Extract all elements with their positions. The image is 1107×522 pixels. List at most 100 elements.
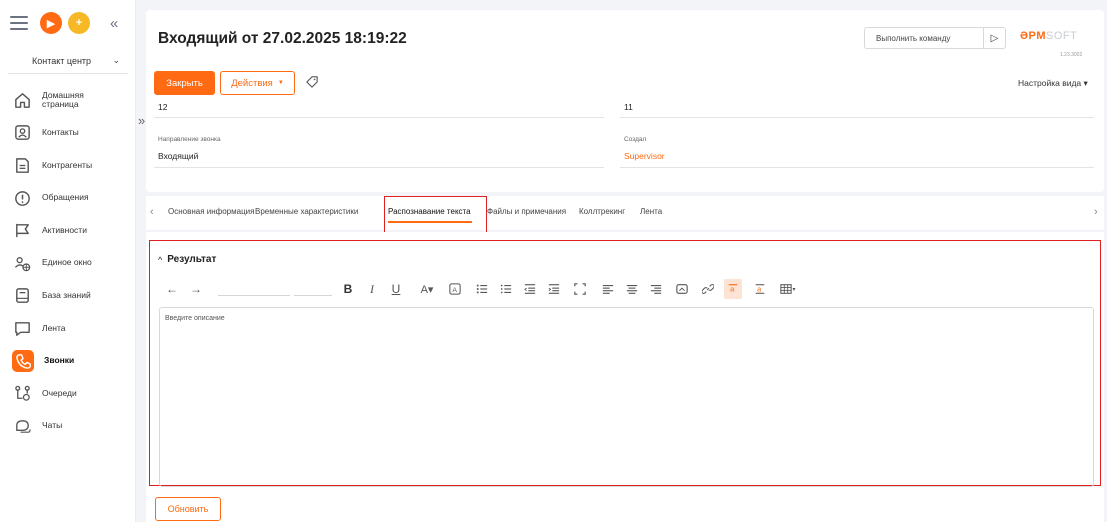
- created-value-link[interactable]: Supervisor: [624, 151, 665, 161]
- sidebar-item-cases[interactable]: Обращения: [0, 182, 136, 215]
- divider: [620, 167, 1094, 168]
- sidebar-item-calls[interactable]: Звонки: [0, 345, 136, 378]
- play-icon[interactable]: ▶: [40, 12, 62, 34]
- tabs-scroll-right-icon[interactable]: ›: [1094, 206, 1098, 218]
- undo-icon[interactable]: ←: [164, 279, 180, 299]
- command-line[interactable]: Выполнить команду ▷: [864, 27, 1006, 49]
- tabs-scroll-left-icon[interactable]: ‹: [150, 206, 154, 218]
- numbered-list-icon[interactable]: [474, 279, 490, 299]
- background-color-icon[interactable]: A: [444, 279, 466, 299]
- sidebar-item-accounts[interactable]: Контрагенты: [0, 149, 136, 182]
- logo: ƏPMSOFT: [1020, 30, 1077, 42]
- tag-icon[interactable]: [306, 75, 318, 93]
- sidebar-item-label: Лента: [42, 322, 66, 333]
- sidebar: ▶ + « Контакт центр ⌄ Домашняя страница …: [0, 0, 136, 522]
- expand-panel-icon[interactable]: »: [138, 113, 145, 128]
- collapse-sidebar-icon[interactable]: «: [110, 15, 118, 32]
- sidebar-item-queues[interactable]: Очереди: [0, 377, 136, 410]
- close-button[interactable]: Закрыть: [154, 71, 215, 95]
- direction-value[interactable]: Входящий: [158, 151, 198, 161]
- single-window-icon: [12, 253, 32, 273]
- font-color-icon[interactable]: A▾: [416, 279, 438, 299]
- result-header[interactable]: ^ Результат: [158, 254, 216, 265]
- align-left-icon[interactable]: [600, 279, 616, 299]
- editor-toolbar: ← → B I U A▾ A a a ▾: [164, 279, 1084, 299]
- case-icon: [12, 188, 32, 208]
- description-editor[interactable]: Введите описание: [159, 307, 1094, 487]
- font-size-select[interactable]: [294, 282, 332, 296]
- result-title: Результат: [167, 254, 217, 265]
- sidebar-item-home[interactable]: Домашняя страница: [0, 84, 136, 117]
- tab-feed[interactable]: Лента: [640, 207, 662, 216]
- phone-icon: [12, 350, 34, 373]
- tab-files-notes[interactable]: Файлы и примечания: [487, 207, 566, 216]
- page-title: Входящий от 27.02.2025 18:19:22: [158, 30, 407, 47]
- contact-icon: [12, 123, 32, 143]
- refresh-button[interactable]: Обновить: [155, 497, 221, 521]
- link-icon[interactable]: [700, 279, 716, 299]
- sidebar-item-feed[interactable]: Лента: [0, 312, 136, 345]
- svg-text:a: a: [730, 285, 735, 294]
- sidebar-item-label: Активности: [42, 224, 87, 235]
- account-icon: [12, 155, 32, 175]
- flag-icon: [12, 221, 32, 241]
- caret-down-icon: ▼: [277, 80, 284, 86]
- record-header-card: Входящий от 27.02.2025 18:19:22 Выполнит…: [146, 10, 1104, 192]
- actions-button-label: Действия: [231, 77, 273, 89]
- underline-icon[interactable]: U: [388, 279, 404, 299]
- logo-soft: SOFT: [1046, 30, 1078, 42]
- outdent-icon[interactable]: [522, 279, 538, 299]
- svg-text:A: A: [452, 287, 457, 294]
- tab-calltracking[interactable]: Коллтрекинг: [579, 207, 625, 216]
- result-panel: ^ Результат ← → B I U A▾ A a a ▾ Введите…: [146, 232, 1104, 522]
- bullet-list-icon[interactable]: [498, 279, 514, 299]
- image-icon[interactable]: [674, 279, 690, 299]
- home-icon: [12, 90, 32, 110]
- tab-main-info[interactable]: Основная информация: [168, 207, 254, 216]
- menu-icon[interactable]: [10, 16, 28, 34]
- table-icon[interactable]: ▾: [776, 279, 800, 299]
- sidebar-item-label: База знаний: [42, 289, 91, 300]
- sidebar-top: ▶ + «: [10, 12, 128, 36]
- feed-icon: [12, 318, 32, 338]
- result-highlight-box: ^ Результат ← → B I U A▾ A a a ▾ Введите…: [149, 240, 1101, 487]
- divider: [154, 167, 604, 168]
- chevron-up-icon: ^: [158, 254, 163, 265]
- sidebar-item-activities[interactable]: Активности: [0, 214, 136, 247]
- sidebar-item-label: Контрагенты: [42, 159, 93, 170]
- bold-icon[interactable]: B: [340, 279, 356, 299]
- sidebar-item-knowledge-base[interactable]: База знаний: [0, 280, 136, 313]
- sidebar-item-label: Звонки: [44, 355, 75, 366]
- italic-icon[interactable]: I: [364, 279, 380, 299]
- chat-icon: [12, 416, 32, 436]
- sidebar-item-label: Домашняя страница: [42, 89, 84, 110]
- sidebar-item-label: Контакты: [42, 127, 79, 137]
- created-label: Создал: [624, 136, 647, 143]
- command-input[interactable]: Выполнить команду: [865, 34, 983, 43]
- sidebar-item-chats[interactable]: Чаты: [0, 410, 136, 443]
- direction-label: Направление звонка: [158, 136, 221, 143]
- version-label: 1.23.3002: [1060, 52, 1083, 58]
- actions-button[interactable]: Действия ▼: [220, 71, 295, 95]
- description-placeholder: Введите описание: [165, 315, 225, 322]
- clear-format-icon[interactable]: a: [752, 279, 768, 299]
- font-family-select[interactable]: [218, 282, 290, 296]
- knowledge-base-icon: [12, 286, 32, 306]
- chevron-down-icon: ⌄: [112, 55, 120, 65]
- sidebar-item-contacts[interactable]: Контакты: [0, 117, 136, 150]
- sidebar-item-single-window[interactable]: Единое окно: [0, 247, 136, 280]
- indent-icon[interactable]: [546, 279, 562, 299]
- redo-icon[interactable]: →: [188, 279, 204, 299]
- fullscreen-icon[interactable]: [572, 279, 588, 299]
- left-top-value: 12: [158, 102, 168, 112]
- align-right-icon[interactable]: [648, 279, 664, 299]
- add-icon[interactable]: +: [68, 12, 90, 34]
- workplace-selector[interactable]: Контакт центр ⌄: [8, 48, 128, 74]
- highlight-text-icon[interactable]: a: [724, 279, 742, 299]
- view-settings-button[interactable]: Настройка вида ▾: [1018, 78, 1088, 89]
- align-center-icon[interactable]: [624, 279, 640, 299]
- tab-time-characteristics[interactable]: Временные характеристики: [255, 207, 358, 216]
- run-command-icon[interactable]: ▷: [983, 28, 1005, 48]
- sidebar-item-label: Обращения: [42, 192, 89, 203]
- logo-main: ƏPM: [1020, 30, 1046, 42]
